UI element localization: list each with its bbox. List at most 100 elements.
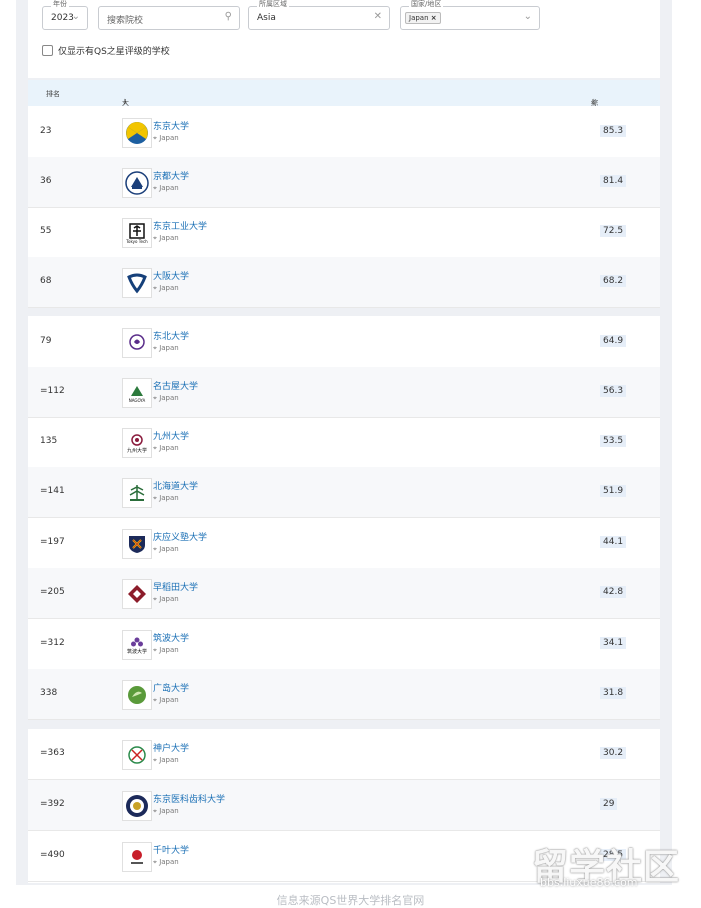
pin-icon: ⌖ [153, 545, 157, 553]
score: 34.1 [600, 637, 627, 649]
university-name[interactable]: 京都大学 [153, 169, 189, 182]
pin-icon: ⌖ [153, 444, 157, 452]
country-tag[interactable]: Japan × [405, 12, 441, 24]
university-logo-tokyo [122, 118, 152, 148]
table-header: 排名 ↓ 大学 ↓ 综合得分 [28, 80, 660, 137]
table-row[interactable]: =197 庆应义塾大学 ⌖ Japan 44.1 [28, 518, 660, 569]
pin-icon: ⌖ [153, 494, 157, 502]
chevron-down-icon: ⌄ [523, 11, 532, 22]
pin-icon: ⌖ [153, 858, 157, 866]
region-label: 所属区域 [257, 0, 289, 9]
score: 30.2 [600, 747, 627, 759]
university-logo-keio [122, 529, 152, 559]
table-row[interactable]: =363 神户大学 ⌖ Japan 30.2 [28, 729, 660, 780]
location: ⌖ Japan [153, 595, 179, 604]
score: 72.5 [600, 225, 627, 237]
star-rating-filter[interactable]: 仅显示有QS之星评级的学校 [42, 44, 170, 57]
location-text: Japan [159, 134, 179, 142]
checkbox-label: 仅显示有QS之星评级的学校 [58, 47, 170, 57]
location: ⌖ Japan [153, 444, 179, 453]
table-row[interactable]: =312 筑波大学 筑波大学 ⌖ Japan 34.1 [28, 619, 660, 670]
university-logo-hiroshima [122, 680, 152, 710]
university-logo-tsukuba: 筑波大学 [122, 630, 152, 660]
table-row[interactable]: 68 大阪大学 ⌖ Japan 68.2 [28, 257, 660, 308]
university-logo-nagoya: NAGOYA [122, 378, 152, 408]
university-name[interactable]: 庆应义塾大学 [153, 530, 207, 543]
table-row[interactable]: =205 早稻田大学 ⌖ Japan 42.8 [28, 568, 660, 619]
rank: 68 [40, 276, 52, 286]
score: 42.8 [600, 586, 627, 598]
score: 31.8 [600, 687, 627, 699]
table-row[interactable]: 338 广岛大学 ⌖ Japan 31.8 [28, 669, 660, 720]
location-text: Japan [159, 756, 179, 764]
table-row[interactable]: 79 东北大学 ⌖ Japan 64.9 [28, 317, 660, 368]
search-icon: ⚲ [224, 11, 232, 22]
university-name[interactable]: 名古屋大学 [153, 379, 198, 392]
location: ⌖ Japan [153, 756, 179, 765]
country-label: 国家/地区 [409, 0, 444, 9]
region-select[interactable]: 所属区域 Asia ✕ [248, 0, 390, 30]
location-text: Japan [159, 344, 179, 352]
filter-bar: 年份 2023 ⌄ 搜索院校 ⚲ 所属区域 Asia ✕ 国家/地区 Japan… [28, 0, 660, 78]
university-name[interactable]: 早稻田大学 [153, 580, 198, 593]
table-row[interactable]: =112 NAGOYA 名古屋大学 ⌖ Japan 56.3 [28, 367, 660, 418]
location: ⌖ Japan [153, 284, 179, 293]
table-row[interactable]: =141 北海道大学 ⌖ Japan 51.9 [28, 467, 660, 518]
pin-icon: ⌖ [153, 646, 157, 654]
col-rank[interactable]: 排名 [46, 89, 60, 99]
year-label: 年份 [51, 0, 69, 9]
rank: 135 [40, 436, 58, 446]
rank: 36 [40, 176, 52, 186]
location: ⌖ Japan [153, 234, 179, 243]
location: ⌖ Japan [153, 646, 179, 655]
rank: =490 [40, 850, 65, 860]
chevron-down-icon: ⌄ [71, 11, 80, 22]
university-name[interactable]: 千叶大学 [153, 843, 189, 856]
score: 44.1 [600, 536, 627, 548]
university-name[interactable]: 广岛大学 [153, 681, 189, 694]
location: ⌖ Japan [153, 394, 179, 403]
rank: 79 [40, 336, 52, 346]
university-name[interactable]: 东京工业大学 [153, 219, 207, 232]
score: 53.5 [600, 435, 627, 447]
location-text: Japan [159, 394, 179, 402]
year-value: 2023 [51, 13, 74, 23]
search-input[interactable]: 搜索院校 ⚲ [98, 6, 240, 30]
rank: =112 [40, 386, 65, 396]
logo-text: NAGOYA [128, 397, 146, 403]
location-text: Japan [159, 184, 179, 192]
pin-icon: ⌖ [153, 394, 157, 402]
table-row[interactable]: 23 东京大学 ⌖ Japan 85.3 [28, 107, 660, 158]
pin-icon: ⌖ [153, 696, 157, 704]
clear-icon[interactable]: ✕ [374, 11, 382, 22]
university-name[interactable]: 大阪大学 [153, 269, 189, 282]
university-name[interactable]: 神户大学 [153, 741, 189, 754]
table-row[interactable]: 36 京都大学 ⌖ Japan 81.4 [28, 157, 660, 208]
tag-close-icon[interactable]: × [431, 14, 437, 22]
location-text: Japan [159, 234, 179, 242]
table-row[interactable]: =392 东京医科齿科大学 ⌖ Japan 29 [28, 780, 660, 831]
university-name[interactable]: 东京医科齿科大学 [153, 792, 225, 805]
country-select[interactable]: 国家/地区 Japan × ⌄ [400, 0, 540, 30]
university-name[interactable]: 筑波大学 [153, 631, 189, 644]
pin-icon: ⌖ [153, 807, 157, 815]
year-select[interactable]: 年份 2023 ⌄ [42, 0, 88, 30]
location: ⌖ Japan [153, 344, 179, 353]
university-name[interactable]: 九州大学 [153, 429, 189, 442]
university-logo-tohoku [122, 328, 152, 358]
checkbox[interactable] [42, 45, 53, 56]
table-row[interactable]: 135 九州大学 九州大学 ⌖ Japan 53.5 [28, 417, 660, 468]
university-name[interactable]: 东京大学 [153, 119, 189, 132]
location: ⌖ Japan [153, 184, 179, 193]
university-name[interactable]: 东北大学 [153, 329, 189, 342]
university-name[interactable]: 北海道大学 [153, 479, 198, 492]
university-logo-tokyotech: Tokyo Tech [122, 218, 152, 248]
pin-icon: ⌖ [153, 134, 157, 142]
pin-icon: ⌖ [153, 595, 157, 603]
rank: 23 [40, 126, 52, 136]
location-text: Japan [159, 858, 179, 866]
location-text: Japan [159, 284, 179, 292]
location-text: Japan [159, 807, 179, 815]
table-row[interactable]: 55 Tokyo Tech 东京工业大学 ⌖ Japan 72.5 [28, 207, 660, 258]
country-tag-label: Japan [409, 14, 429, 22]
